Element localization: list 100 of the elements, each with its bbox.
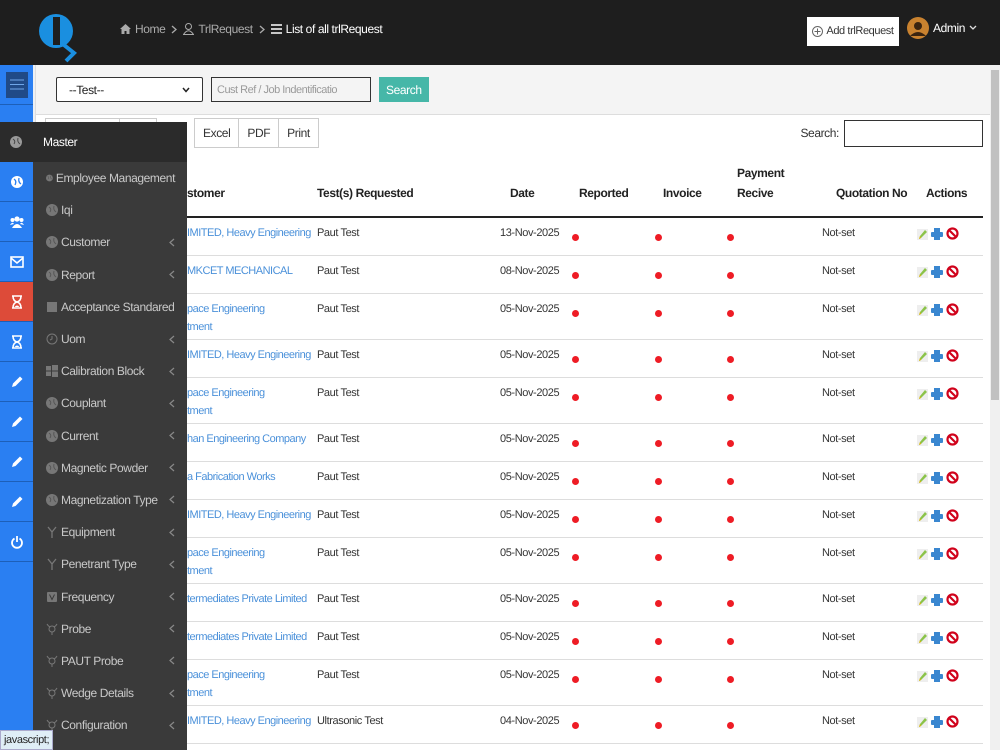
ban-icon[interactable] (946, 471, 959, 484)
ban-icon[interactable] (946, 349, 959, 362)
menu-button[interactable] (6, 72, 28, 98)
square-icon (46, 300, 58, 313)
menu-title: Master (43, 134, 78, 151)
menu-item[interactable]: Penetrant Type (33, 548, 187, 580)
search-label: Search: (800, 125, 839, 142)
edit-icon[interactable] (917, 548, 928, 560)
table-cell: Not-set (822, 669, 855, 681)
edit-icon[interactable] (917, 434, 928, 446)
pencil-icon (10, 454, 24, 468)
menu-item[interactable]: PAUT Probe (33, 644, 187, 677)
caret-icon[interactable] (969, 25, 978, 31)
table-cell: Not-set (822, 593, 855, 605)
edit-icon[interactable] (917, 632, 928, 644)
breadcrumb-link[interactable]: TrlRequest (198, 20, 253, 38)
table-cell: Not-set (822, 631, 855, 643)
column-header: Invoice (653, 163, 724, 217)
pencil-icon (10, 374, 24, 388)
menu-item[interactable]: Probe (33, 612, 187, 645)
ban-icon[interactable] (946, 593, 959, 606)
avatar-icon[interactable] (907, 17, 929, 39)
list-icon (270, 24, 282, 34)
table-cell: 05-Nov-2025 (500, 349, 560, 361)
dropdown-caret-icon (182, 86, 190, 92)
table-cell: 05-Nov-2025 (500, 509, 560, 521)
menu-item[interactable]: Employee Management (33, 162, 187, 194)
user-name[interactable]: Admin (933, 19, 966, 37)
ban-icon[interactable] (946, 433, 959, 446)
edit-icon[interactable] (917, 472, 928, 484)
column-header: Date (490, 163, 569, 217)
export-button[interactable]: Print (279, 118, 319, 148)
chevron-left-icon (169, 334, 175, 344)
ban-icon[interactable] (946, 669, 959, 682)
plus-circle-icon (812, 26, 824, 37)
edit-icon[interactable] (917, 670, 928, 682)
ban-icon[interactable] (946, 547, 959, 560)
pencil-icon (10, 414, 24, 428)
edit-icon[interactable] (917, 388, 928, 400)
export-button[interactable]: PDF (239, 118, 280, 148)
column-header: Quotation No (819, 163, 911, 217)
menu-item[interactable]: Acceptance Standared (33, 290, 187, 323)
table-cell: 05-Nov-2025 (500, 471, 560, 483)
ban-icon[interactable] (946, 509, 959, 522)
table-cell: Not-set (822, 227, 855, 239)
ban-icon[interactable] (946, 631, 959, 644)
table-cell: Ultrasonic Test (317, 715, 383, 727)
chevron-left-icon (169, 688, 175, 698)
menu-item[interactable]: Calibration Block (33, 355, 187, 388)
table-search-input[interactable] (844, 120, 983, 146)
menu-item[interactable]: Equipment (33, 516, 187, 548)
table-cell: Paut Test (317, 227, 360, 239)
table-cell: Not-set (822, 509, 855, 521)
table-cell: Not-set (822, 715, 855, 727)
edit-icon[interactable] (917, 510, 928, 522)
menu-item[interactable]: Uom (33, 322, 187, 356)
ban-icon[interactable] (946, 715, 959, 728)
scrollbar-thumb[interactable] (991, 70, 999, 400)
status-tooltip: javascript; (0, 730, 54, 750)
menu-item[interactable]: Couplant (33, 387, 187, 420)
breadcrumb-link[interactable]: Home (135, 20, 166, 38)
export-button[interactable]: Excel (194, 118, 240, 148)
ban-icon[interactable] (946, 265, 959, 278)
table-cell: Paut Test (317, 433, 360, 445)
edit-icon[interactable] (917, 594, 928, 606)
table-cell: 05-Nov-2025 (500, 669, 560, 681)
test-select[interactable]: --Test-- (56, 77, 203, 102)
menu-item[interactable]: Magnetization Type (33, 484, 187, 516)
bulb-icon (46, 654, 58, 667)
globe-icon (46, 268, 58, 281)
menu-item[interactable]: Customer (33, 226, 187, 259)
add-button[interactable]: Add trlRequest (807, 17, 899, 46)
globe-icon (46, 204, 58, 216)
power-icon (10, 534, 24, 548)
edit-icon[interactable] (917, 266, 928, 278)
fork-icon (46, 558, 58, 570)
edit-icon[interactable] (917, 716, 928, 728)
reference-input[interactable]: Cust Ref / Job Indentificatio (211, 77, 371, 102)
badge-icon (46, 590, 58, 603)
menu-item[interactable]: Report (33, 258, 187, 291)
menu-item[interactable]: Iqi (33, 194, 187, 226)
menu-item[interactable]: Current (33, 420, 187, 452)
windows-icon (46, 365, 58, 378)
ban-icon[interactable] (946, 303, 959, 316)
globe-icon[interactable] (10, 136, 22, 148)
chevron-right-icon (171, 24, 178, 34)
edit-icon[interactable] (917, 350, 928, 362)
chevron-right-icon (258, 24, 265, 34)
table-cell: Paut Test (317, 631, 360, 643)
ban-icon[interactable] (946, 227, 959, 240)
chevron-left-icon (169, 238, 175, 247)
edit-icon[interactable] (917, 304, 928, 316)
menu-item[interactable]: Wedge Details (33, 677, 187, 710)
globe-icon (46, 462, 58, 474)
table-cell: Not-set (822, 265, 855, 277)
menu-item[interactable]: Frequency (33, 580, 187, 613)
edit-icon[interactable] (917, 228, 928, 240)
menu-item[interactable]: Magnetic Powder (33, 452, 187, 484)
table-cell: Paut Test (317, 265, 360, 277)
ban-icon[interactable] (946, 387, 959, 400)
